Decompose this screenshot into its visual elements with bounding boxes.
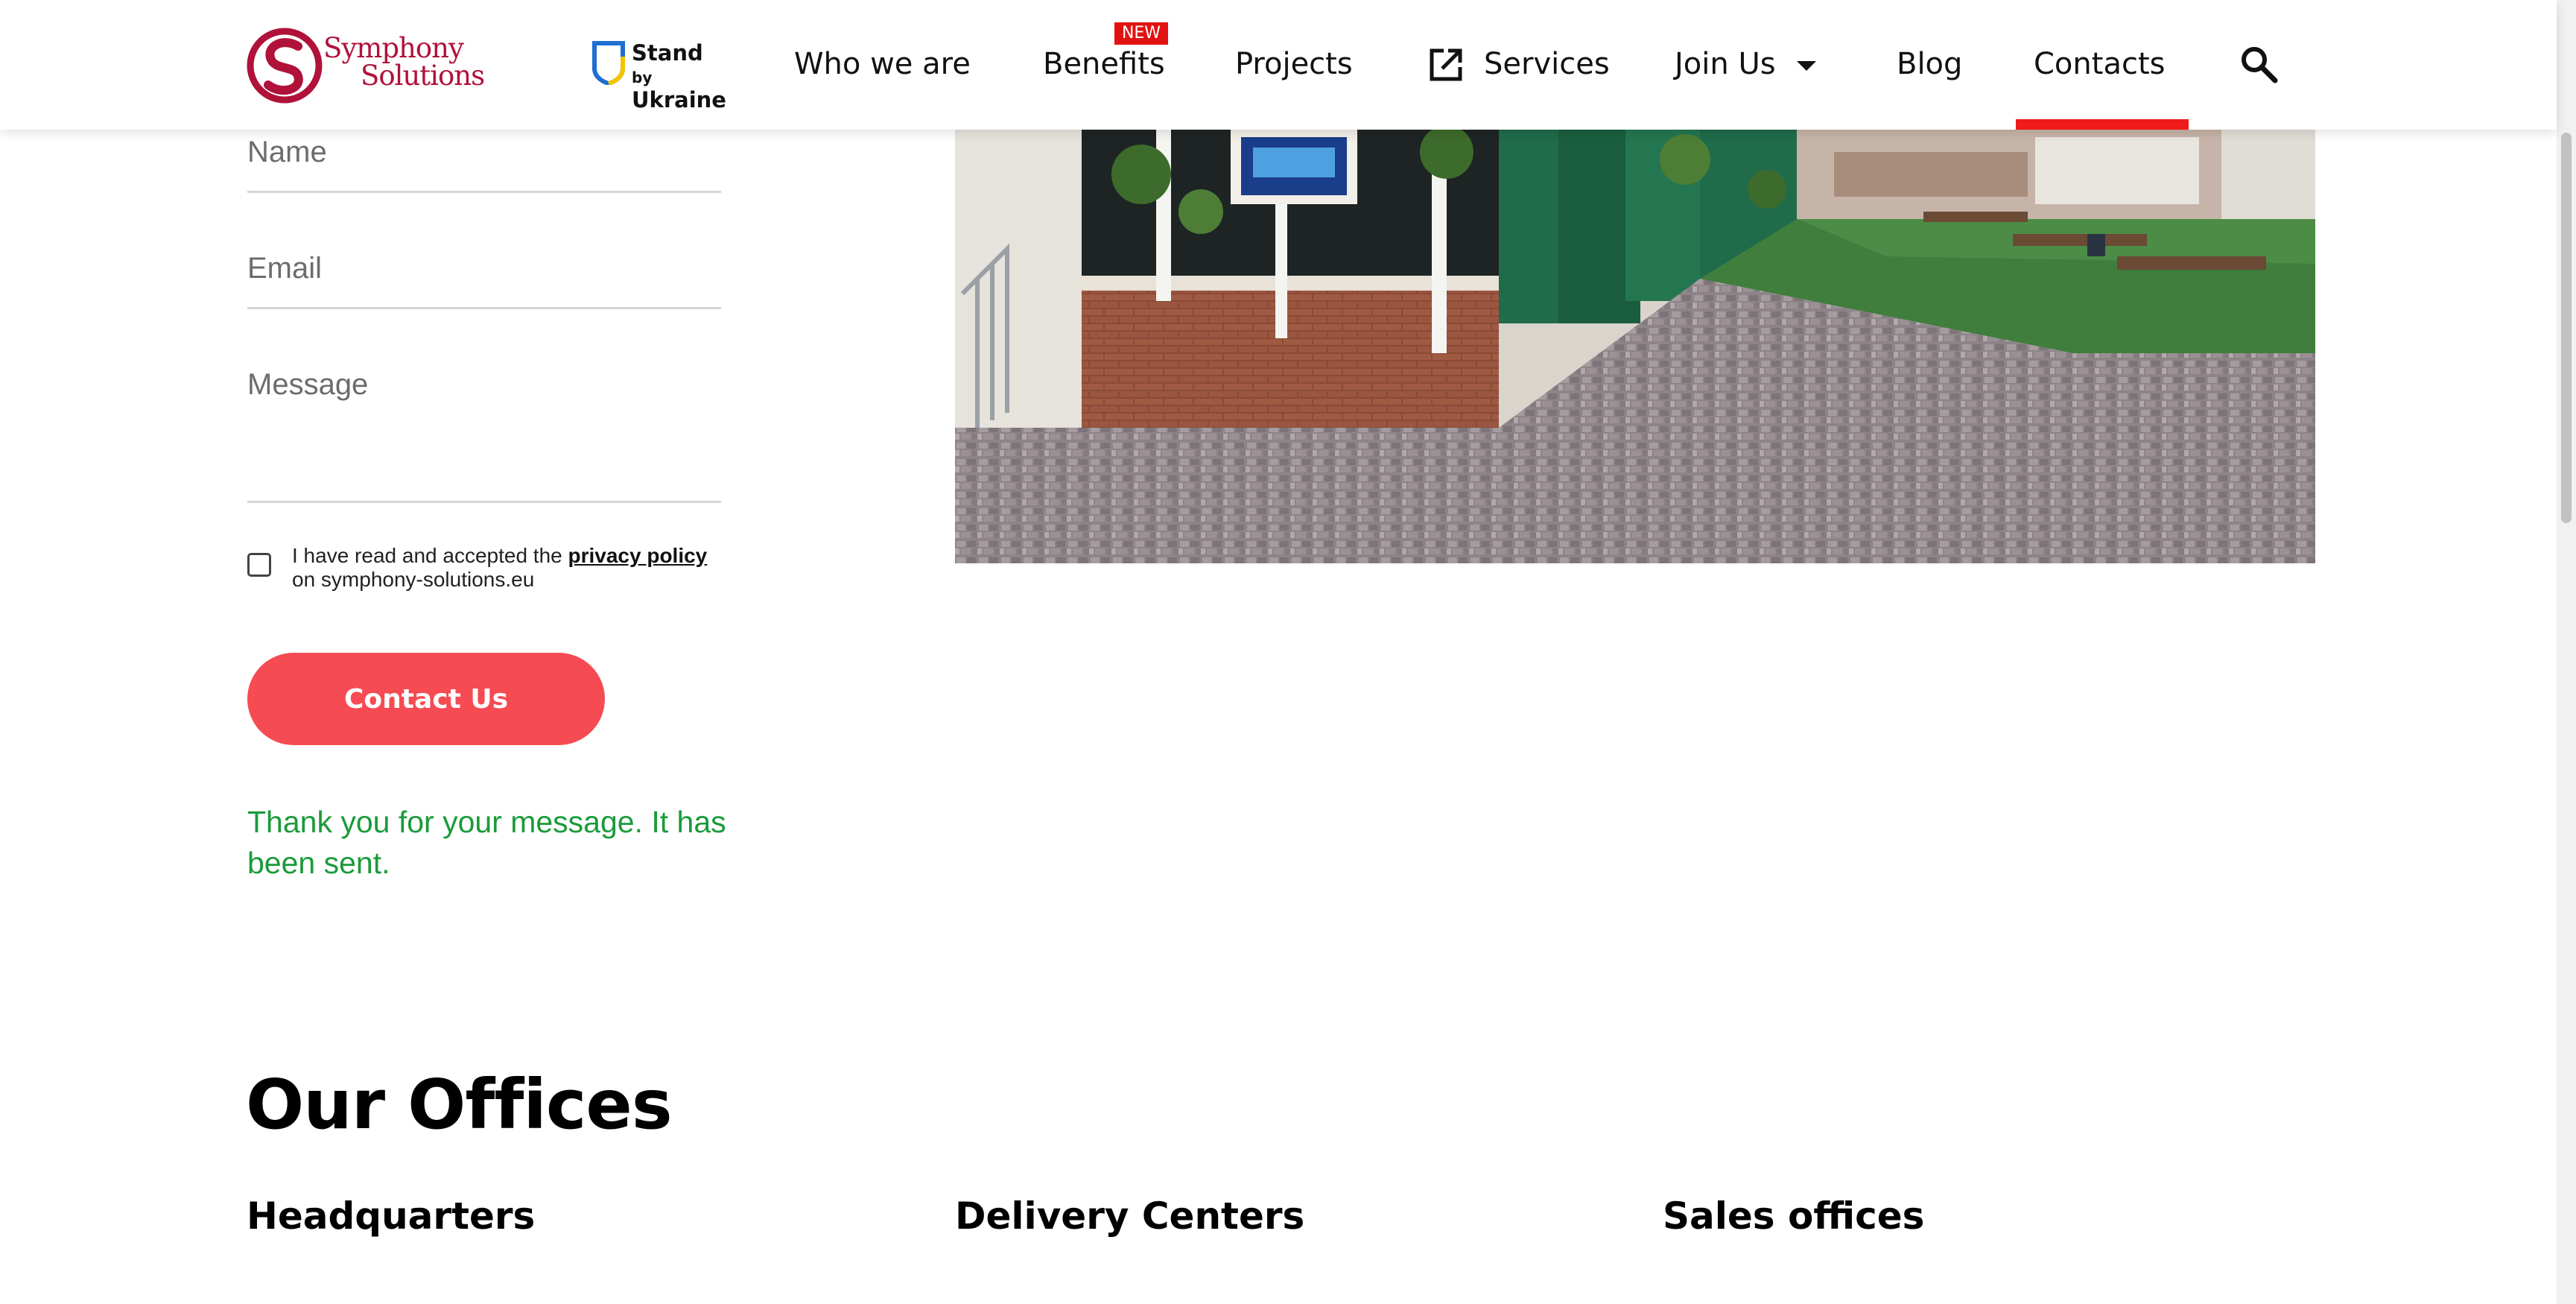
stand-by-ukraine-badge[interactable]: Stand by Ukraine <box>591 40 726 111</box>
privacy-consent-checkbox[interactable] <box>247 553 271 577</box>
form-success-message: Thank you for your message. It has been … <box>247 805 726 880</box>
nav-services[interactable]: Services <box>1484 42 1610 86</box>
office-photo <box>955 130 2315 563</box>
symphony-logo-icon <box>247 28 323 104</box>
nav-benefits[interactable]: Benefits <box>1043 42 1165 86</box>
delivery-centers-heading: Delivery Centers <box>955 1194 1305 1238</box>
stand-text: Stand <box>632 40 703 66</box>
message-field-label: Message <box>247 368 369 401</box>
page-scrollbar-thumb[interactable] <box>2561 133 2572 523</box>
nav-projects[interactable]: Projects <box>1235 42 1353 86</box>
logo-line-2: Solutions <box>361 60 485 92</box>
logo-line-1: Symphony <box>323 32 464 64</box>
by-text: by <box>632 69 653 86</box>
privacy-policy-link[interactable]: privacy policy <box>568 544 708 567</box>
privacy-consent-text: I have read and accepted the privacy pol… <box>292 544 732 592</box>
consent-suffix: on symphony-solutions.eu <box>292 568 535 591</box>
company-logo[interactable]: Symphony Solutions <box>246 27 485 104</box>
site-header: Symphony Solutions Stand by Ukraine Who … <box>0 0 2557 130</box>
nav-contacts[interactable]: Contacts <box>2034 42 2165 86</box>
office-interior-image <box>955 130 2315 563</box>
external-link-icon <box>1430 48 1462 81</box>
search-icon[interactable] <box>2239 45 2278 83</box>
message-field[interactable]: Message <box>247 307 721 503</box>
email-field[interactable]: Email <box>247 191 721 309</box>
our-offices-heading: Our Offices <box>246 1065 673 1145</box>
consent-prefix: I have read and accepted the <box>292 544 568 567</box>
headquarters-heading: Headquarters <box>247 1194 536 1238</box>
nav-join-us[interactable]: Join Us <box>1675 42 1776 86</box>
ukraine-shield-icon <box>592 41 625 86</box>
email-field-label: Email <box>247 252 323 285</box>
sales-offices-heading: Sales offices <box>1663 1194 1925 1238</box>
name-field-label: Name <box>247 136 327 168</box>
stand-by-ukraine-text: Stand by Ukraine <box>632 42 726 111</box>
caret-down-icon[interactable] <box>1795 60 1818 73</box>
active-nav-indicator <box>2016 119 2189 130</box>
name-field[interactable]: Name <box>247 130 721 193</box>
logo-wordmark: Symphony Solutions <box>323 32 485 92</box>
ukraine-text: Ukraine <box>632 87 726 113</box>
nav-blog[interactable]: Blog <box>1897 42 1962 86</box>
contact-us-button[interactable]: Contact Us <box>247 653 605 745</box>
nav-who-we-are[interactable]: Who we are <box>794 42 971 86</box>
